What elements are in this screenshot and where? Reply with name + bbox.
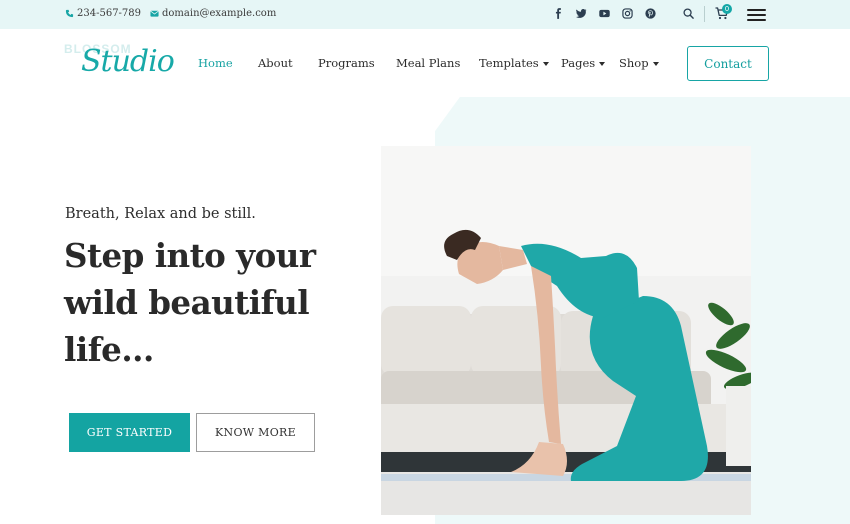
nav-pages[interactable]: Pages <box>561 56 606 70</box>
phone-number: 234-567-789 <box>77 8 142 19</box>
pinterest-icon[interactable] <box>645 8 656 19</box>
twitter-icon[interactable] <box>576 8 587 19</box>
headline-line: wild beautiful <box>64 283 310 322</box>
phone-link[interactable]: 234-567-789 <box>65 8 141 19</box>
contact-button[interactable]: Contact <box>687 46 769 81</box>
top-bar: 234-567-789 domain@example.com 0 <box>0 0 850 29</box>
nav-programs-label: Programs <box>318 56 375 70</box>
nav-about-label: About <box>258 56 293 70</box>
cart-count-badge: 0 <box>722 4 732 14</box>
email-link[interactable]: domain@example.com <box>150 8 276 19</box>
chevron-down-icon <box>652 61 659 66</box>
nav-shop[interactable]: Shop <box>619 56 659 70</box>
nav-programs[interactable]: Programs <box>318 56 375 70</box>
topbar-divider <box>704 6 705 22</box>
nav-templates-label: Templates <box>479 56 539 70</box>
chevron-down-icon <box>599 61 606 66</box>
instagram-icon[interactable] <box>622 8 633 19</box>
hero-yoga-image <box>381 146 751 515</box>
nav-about[interactable]: About <box>258 56 293 70</box>
site-logo[interactable]: BLOSSOM Studio <box>64 38 175 88</box>
logo-script: Studio <box>81 44 175 79</box>
phone-icon <box>65 9 74 18</box>
social-links <box>553 8 656 19</box>
nav-meal-plans-label: Meal Plans <box>396 56 461 70</box>
facebook-icon[interactable] <box>553 8 564 19</box>
nav-meal-plans[interactable]: Meal Plans <box>396 56 460 70</box>
nav-shop-label: Shop <box>619 56 649 70</box>
nav-home-label: Home <box>198 56 233 70</box>
headline-line: life... <box>64 330 154 369</box>
youtube-icon[interactable] <box>599 8 610 19</box>
hero-tagline: Breath, Relax and be still. <box>65 206 256 222</box>
know-more-button[interactable]: KNOW MORE <box>196 413 315 452</box>
nav-templates[interactable]: Templates <box>479 56 549 70</box>
hero-headline: Step into your wild beautiful life... <box>64 232 364 373</box>
menu-icon[interactable] <box>747 9 766 21</box>
chevron-down-icon <box>542 61 549 66</box>
search-icon[interactable] <box>683 8 694 19</box>
email-address: domain@example.com <box>162 8 277 19</box>
headline-line: Step into your <box>64 236 316 275</box>
get-started-button[interactable]: GET STARTED <box>69 413 190 452</box>
nav-home[interactable]: Home <box>198 56 233 70</box>
nav-pages-label: Pages <box>561 56 596 70</box>
mail-icon <box>150 10 159 17</box>
